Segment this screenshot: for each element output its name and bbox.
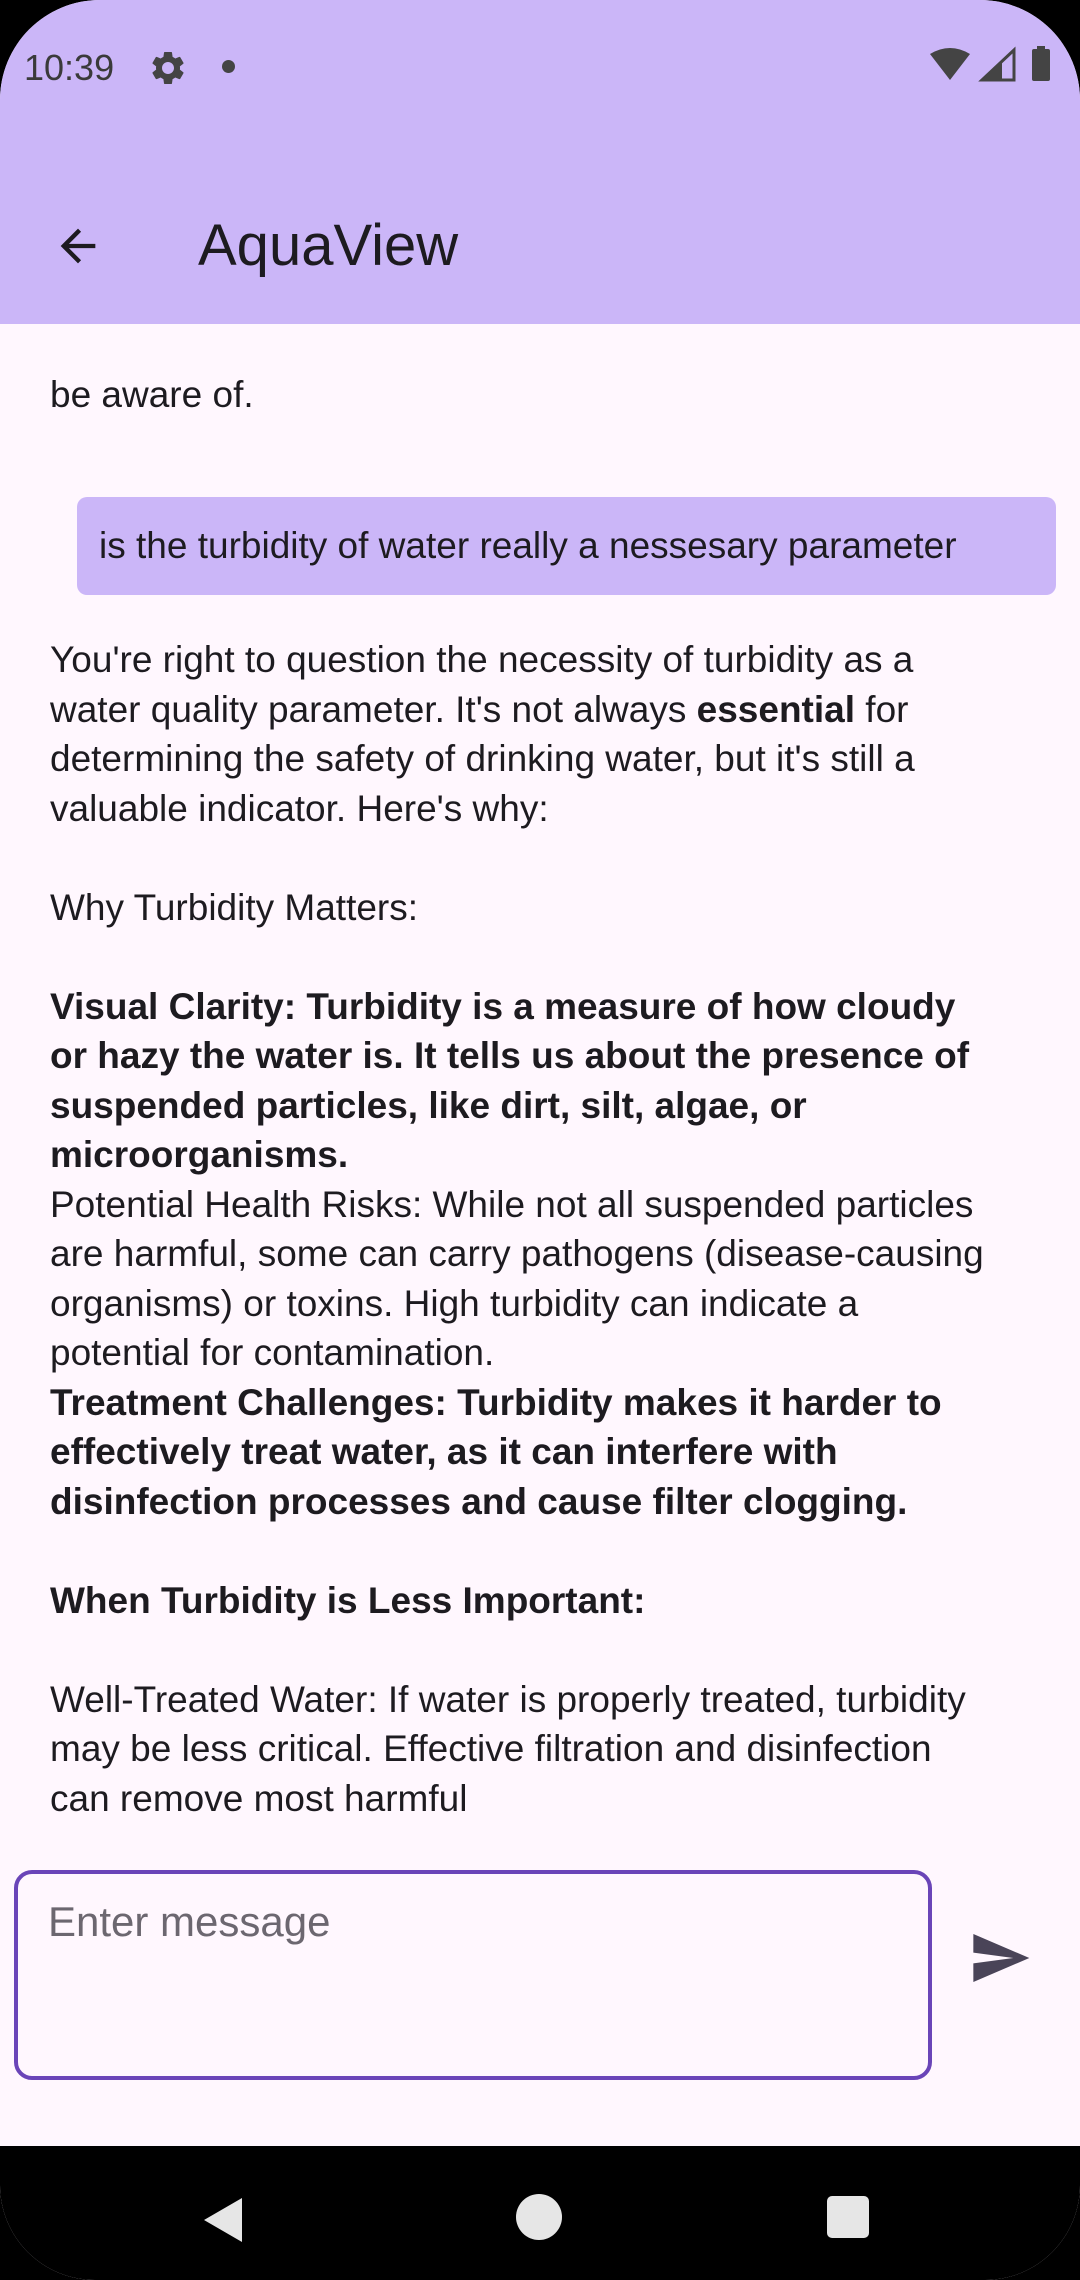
bot-point-treatment: Treatment Challenges: Turbidity makes it…	[50, 1381, 942, 1522]
cellular-signal-icon	[978, 46, 1016, 82]
battery-icon	[1032, 46, 1050, 81]
bot-point-visual-clarity: Visual Clarity: Turbidity is a measure o…	[50, 985, 970, 1176]
user-message-bubble: is the turbidity of water really a nesse…	[77, 497, 1056, 595]
system-nav-bar	[0, 2146, 1080, 2280]
bot-heading: Why Turbidity Matters:	[50, 886, 419, 928]
wifi-icon	[930, 48, 970, 80]
app-title: AquaView	[198, 213, 459, 278]
gear-icon	[152, 51, 184, 84]
send-icon	[973, 1934, 1030, 1982]
message-composer	[0, 1850, 1080, 2146]
user-message-text: is the turbidity of water really a nesse…	[99, 525, 957, 566]
status-icons	[930, 46, 1050, 82]
nav-back-icon[interactable]	[196, 2192, 252, 2248]
bot-message-previous: be aware of.	[50, 324, 990, 419]
status-time: 10:39	[24, 47, 115, 88]
back-button[interactable]	[38, 206, 118, 286]
chat-list[interactable]: be aware of. is the turbidity of water r…	[0, 324, 1080, 1850]
send-button[interactable]	[960, 1918, 1040, 1998]
notification-dot-icon	[222, 60, 235, 73]
top-app-bar: 10:39 AquaView	[0, 0, 1080, 324]
message-input[interactable]	[14, 1870, 932, 2080]
bot-point-well-treated: Well-Treated Water: If water is properly…	[50, 1678, 966, 1819]
arrow-back-icon	[60, 228, 96, 264]
bot-heading-less-important: When Turbidity is Less Important:	[50, 1579, 646, 1621]
bot-message: You're right to question the necessity o…	[50, 635, 990, 1823]
bot-intro-bold: essential	[696, 688, 856, 730]
app-screen: 10:39 AquaView be aware of. is the turbi…	[0, 0, 1080, 2280]
message-text: be aware of.	[50, 373, 254, 415]
nav-recents-icon[interactable]	[827, 2196, 869, 2238]
bot-point-health-risks: Potential Health Risks: While not all su…	[50, 1183, 984, 1374]
nav-home-icon[interactable]	[516, 2194, 562, 2240]
